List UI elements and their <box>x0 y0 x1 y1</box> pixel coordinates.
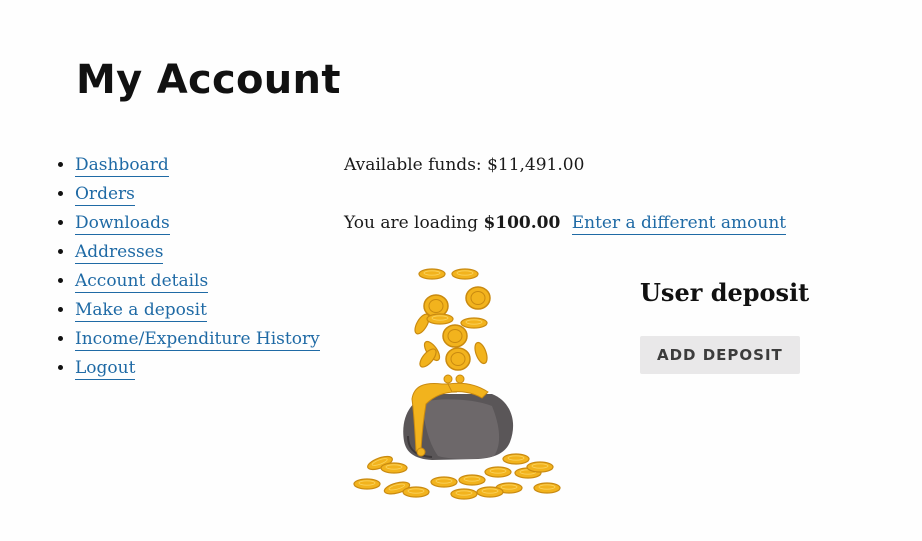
nav-item-downloads: Downloads <box>75 209 320 238</box>
nav-item-dashboard: Dashboard <box>75 151 320 180</box>
funds-value: $11,491.00 <box>487 155 585 175</box>
account-navigation: Dashboard Orders Downloads Addresses Acc… <box>58 151 320 383</box>
nav-link-addresses[interactable]: Addresses <box>75 242 164 264</box>
nav-link-downloads[interactable]: Downloads <box>75 213 170 235</box>
nav-link-make-deposit[interactable]: Make a deposit <box>75 300 207 322</box>
add-deposit-button[interactable]: Add deposit <box>640 336 800 374</box>
enter-different-amount-link[interactable]: Enter a different amount <box>571 213 787 235</box>
nav-link-dashboard[interactable]: Dashboard <box>75 155 169 177</box>
account-content: Available funds: $11,491.00 You are load… <box>344 151 904 237</box>
nav-link-orders[interactable]: Orders <box>75 184 135 206</box>
nav-link-account-details[interactable]: Account details <box>75 271 209 293</box>
nav-item-logout: Logout <box>75 354 320 383</box>
nav-link-history[interactable]: Income/Expenditure History <box>75 329 320 351</box>
page-title: My Account <box>76 57 341 103</box>
nav-item-make-deposit: Make a deposit <box>75 296 320 325</box>
coin-purse-icon <box>353 268 561 500</box>
nav-item-history: Income/Expenditure History <box>75 325 320 354</box>
nav-link-logout[interactable]: Logout <box>75 358 136 380</box>
loading-prefix: You are loading <box>344 213 479 233</box>
user-deposit-panel: User deposit Add deposit <box>640 276 809 374</box>
funds-label: Available funds: <box>344 155 482 175</box>
loading-amount-line: You are loading $100.00 Enter a differen… <box>344 209 904 237</box>
available-funds: Available funds: $11,491.00 <box>344 151 904 179</box>
loading-amount: $100.00 <box>483 213 561 233</box>
nav-item-account-details: Account details <box>75 267 320 296</box>
nav-item-orders: Orders <box>75 180 320 209</box>
deposit-title: User deposit <box>640 278 810 307</box>
nav-item-addresses: Addresses <box>75 238 320 267</box>
